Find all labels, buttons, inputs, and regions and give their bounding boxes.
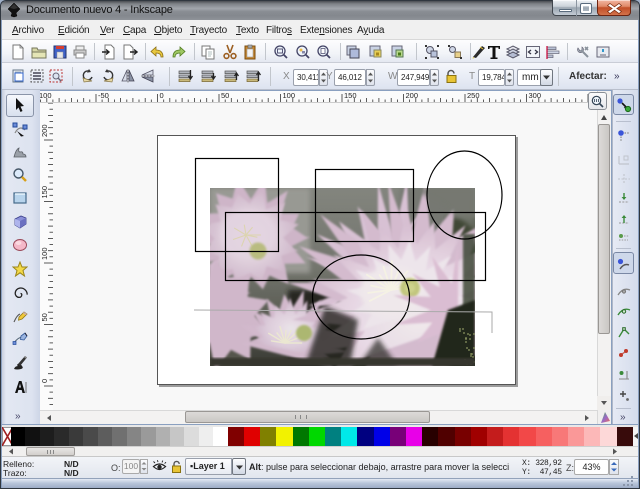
svg-text:0: 0 — [160, 91, 164, 100]
svg-text:-50: -50 — [98, 91, 109, 100]
svg-text:-100: -100 — [40, 91, 52, 100]
svg-text:150: 150 — [40, 186, 49, 199]
svg-text:200: 200 — [40, 124, 49, 137]
svg-text:50: 50 — [40, 313, 49, 321]
svg-text:100: 100 — [40, 247, 49, 260]
svg-text:0: 0 — [40, 379, 49, 383]
svg-text:50: 50 — [221, 91, 229, 100]
